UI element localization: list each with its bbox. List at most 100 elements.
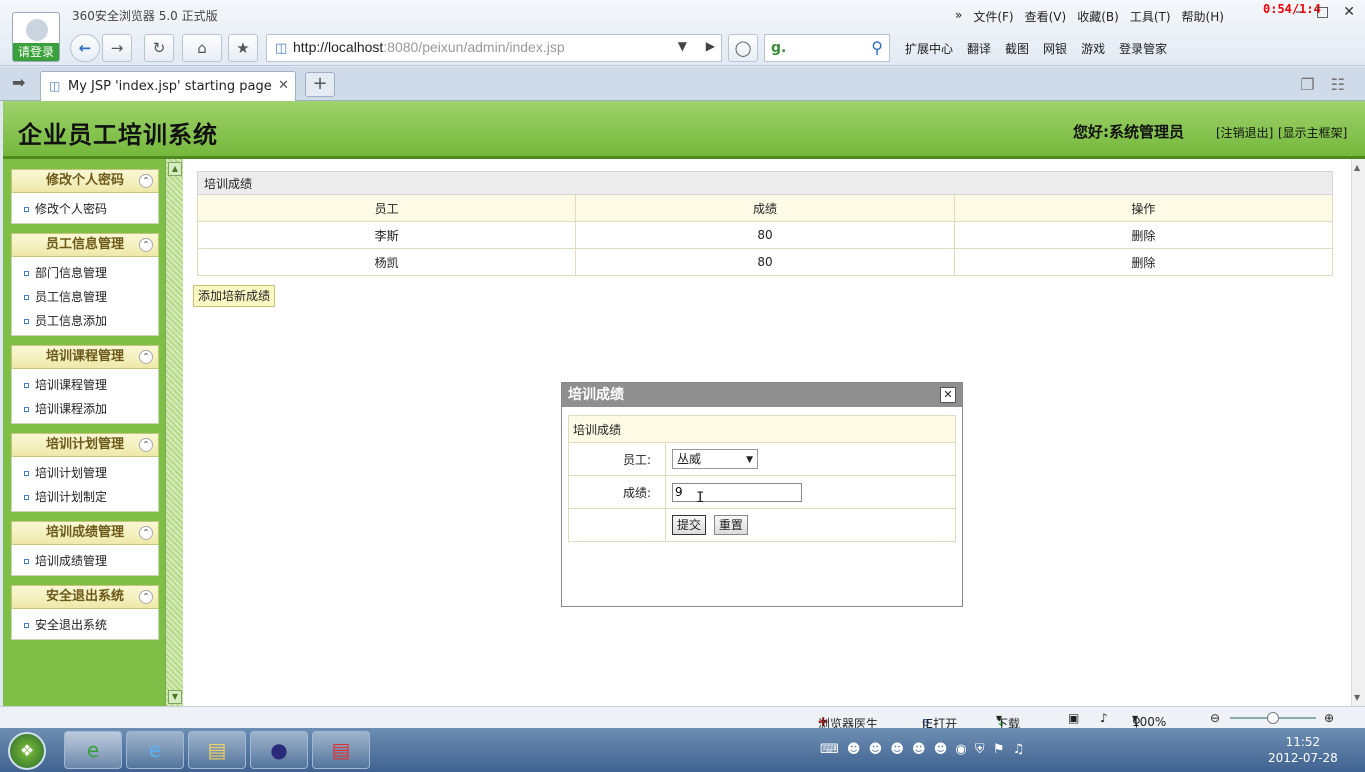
scroll-up-icon[interactable]: ▲	[168, 162, 182, 176]
nav-group-header[interactable]: 培训计划管理 ⌃	[11, 433, 159, 457]
delete-link[interactable]: 删除	[953, 221, 1334, 249]
vertical-scrollbar[interactable]: ▲ ▼	[1351, 159, 1365, 706]
start-button[interactable]: ❖	[8, 732, 46, 770]
security-button[interactable]: ◯	[728, 34, 758, 62]
toolbar-banking[interactable]: 网银	[1043, 40, 1067, 57]
submit-button[interactable]: 提交	[672, 515, 707, 535]
nav-group-header[interactable]: 修改个人密码 ⌃	[11, 169, 159, 193]
sidebar-toggle-icon[interactable]: ➡	[12, 73, 25, 92]
favorite-button[interactable]: ★	[228, 34, 258, 62]
toolbar-translate[interactable]: 翻译	[967, 40, 991, 57]
maximize-icon[interactable]: □	[1316, 4, 1329, 20]
taskbar-toolbox[interactable]: ▤	[312, 731, 370, 769]
minimize-icon[interactable]: –	[1295, 4, 1302, 20]
system-clock[interactable]: 11:52 2012-07-28	[1268, 734, 1338, 766]
toolbar-login-manager[interactable]: 登录管家	[1119, 40, 1167, 57]
home-button[interactable]: ⌂	[182, 34, 222, 62]
nav-item-course-add[interactable]: 培训课程添加	[12, 397, 158, 421]
qq-icon[interactable]: ☻	[912, 742, 928, 757]
tab-close-icon[interactable]: ✕	[278, 78, 289, 93]
menu-file[interactable]: 文件(F)	[973, 8, 1013, 25]
taskbar-explorer[interactable]: ▤	[188, 731, 246, 769]
tab-index-jsp[interactable]: ◫ My JSP 'index.jsp' starting page ✕	[40, 71, 296, 101]
go-icon[interactable]: ▶	[706, 39, 715, 53]
search-engine-icon[interactable]: g.	[771, 40, 786, 56]
refresh-button[interactable]: ↻	[144, 34, 174, 62]
dialog-close-icon[interactable]: ✕	[940, 387, 956, 403]
nav-item-plan-manage[interactable]: 培训计划管理	[12, 461, 158, 485]
volume-icon[interactable]: ♪	[1100, 711, 1108, 725]
login-label[interactable]: 请登录	[13, 43, 59, 61]
keyboard-icon[interactable]: ⌨	[820, 742, 841, 757]
toolbar-screenshot[interactable]: 截图	[1005, 40, 1029, 57]
download-button[interactable]: ↓ 下载 ▾	[996, 711, 1020, 731]
menu-help[interactable]: 帮助(H)	[1182, 8, 1224, 25]
menu-tools[interactable]: 工具(T)	[1130, 8, 1171, 25]
forward-button[interactable]: →	[102, 34, 132, 62]
frame-splitter[interactable]: ▲ ▼	[165, 159, 183, 706]
nav-item-score-manage[interactable]: 培训成绩管理	[12, 549, 158, 573]
qq-icon[interactable]: ☻	[934, 742, 950, 757]
reset-button[interactable]: 重置	[713, 515, 748, 535]
dialog-title-bar[interactable]: 培训成绩 ✕	[562, 383, 962, 407]
toolbar-extensions[interactable]: 扩展中心	[905, 40, 953, 57]
nav-group-header[interactable]: 员工信息管理 ⌃	[11, 233, 159, 257]
scroll-down-icon[interactable]: ▼	[168, 690, 182, 704]
qq-icon[interactable]: ☻	[847, 742, 863, 757]
scroll-up-icon[interactable]: ▲	[1354, 163, 1360, 172]
score-input[interactable]	[672, 482, 802, 502]
shield-icon[interactable]: ⛨	[975, 742, 987, 757]
restore-tabs-icon[interactable]: ❐	[1300, 75, 1314, 94]
volume-icon[interactable]: ♫	[1013, 742, 1027, 757]
nav-item-exit[interactable]: 安全退出系统	[12, 613, 158, 637]
qq-icon[interactable]: ☻	[890, 742, 906, 757]
nav-group-header[interactable]: 安全退出系统 ⌃	[11, 585, 159, 609]
zoom-control[interactable]: ⚲ 100% ▾	[1132, 711, 1166, 729]
network-icon[interactable]: ◉	[955, 742, 968, 757]
chevron-down-icon[interactable]: ▼	[678, 39, 687, 53]
nav-item-employee-manage[interactable]: 员工信息管理	[12, 285, 158, 309]
add-score-button[interactable]: 添加培新成绩	[193, 285, 276, 307]
nav-group-header[interactable]: 培训课程管理 ⌃	[11, 345, 159, 369]
collapse-icon[interactable]: ⌃	[139, 238, 153, 252]
employee-select[interactable]: 丛威 ▼	[672, 449, 758, 469]
nav-item-course-manage[interactable]: 培训课程管理	[12, 373, 158, 397]
menu-view[interactable]: 查看(V)	[1025, 8, 1067, 25]
collapse-icon[interactable]: ⌃	[139, 350, 153, 364]
collapse-icon[interactable]: ⌃	[139, 174, 153, 188]
qq-icon[interactable]: ☻	[869, 742, 885, 757]
taskbar-ie[interactable]: e	[126, 731, 184, 769]
logout-link[interactable]: [注销退出]	[1216, 124, 1273, 141]
toolbar-games[interactable]: 游戏	[1081, 40, 1105, 57]
nav-group-header[interactable]: 培训成绩管理 ⌃	[11, 521, 159, 545]
zoom-out-icon[interactable]: ⊖	[1210, 711, 1220, 725]
zoom-in-icon[interactable]: ⊕	[1324, 711, 1334, 725]
nav-item-change-password[interactable]: 修改个人密码	[12, 197, 158, 221]
nav-item-label: 培训计划制定	[35, 490, 108, 504]
scroll-down-icon[interactable]: ▼	[1354, 693, 1360, 702]
flag-icon[interactable]: ⚑	[993, 742, 1007, 757]
address-bar[interactable]: ◫ http://localhost:8080/peixun/admin/ind…	[266, 34, 722, 62]
new-tab-button[interactable]: +	[305, 72, 335, 97]
search-box[interactable]: g. ⚲	[764, 34, 890, 62]
nav-item-department[interactable]: 部门信息管理	[12, 261, 158, 285]
trash-icon[interactable]: ☷	[1331, 75, 1345, 94]
collapse-icon[interactable]: ⌃	[139, 526, 153, 540]
taskbar-eclipse[interactable]: ●	[250, 731, 308, 769]
show-frame-link[interactable]: [显示主框架]	[1278, 124, 1347, 141]
collapse-icon[interactable]: ⌃	[139, 590, 153, 604]
menu-favorites[interactable]: 收藏(B)	[1077, 8, 1119, 25]
url-field[interactable]: http://localhost:8080/peixun/admin/index…	[293, 39, 673, 57]
user-avatar[interactable]: 请登录	[12, 12, 60, 62]
taskbar-360-browser[interactable]: e	[64, 731, 122, 769]
window-icon[interactable]: ▣	[1068, 711, 1079, 725]
nav-item-plan-create[interactable]: 培训计划制定	[12, 485, 158, 509]
collapse-icon[interactable]: ⌃	[139, 438, 153, 452]
delete-link[interactable]: 删除	[953, 248, 1334, 276]
nav-item-employee-add[interactable]: 员工信息添加	[12, 309, 158, 333]
search-icon[interactable]: ⚲	[871, 38, 883, 57]
menu-more[interactable]: »	[955, 8, 962, 25]
back-button[interactable]: ←	[70, 34, 100, 62]
zoom-slider-thumb[interactable]	[1267, 712, 1279, 724]
close-icon[interactable]: ✕	[1343, 4, 1355, 20]
